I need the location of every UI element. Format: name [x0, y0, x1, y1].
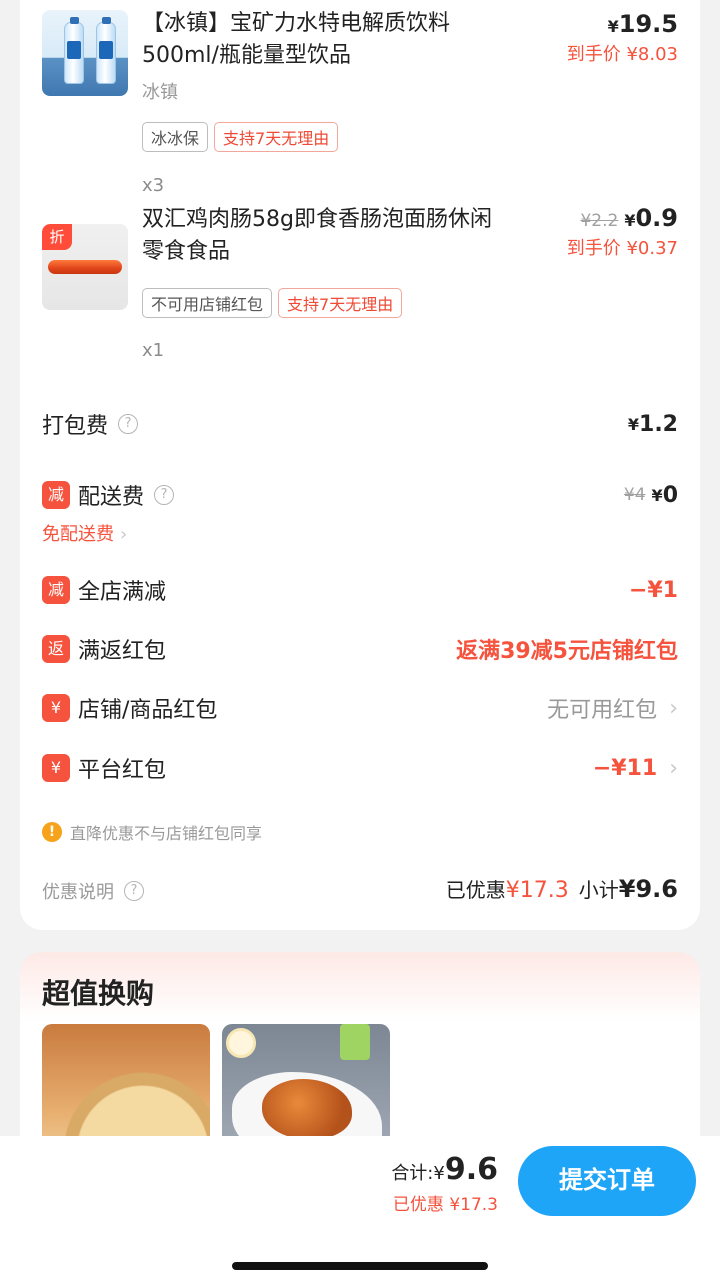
warning-icon: ! [42, 822, 62, 842]
subtotal-amount: ¥9.6 [618, 875, 678, 903]
product-price: ¥2.2 ¥0.9 [580, 204, 678, 232]
product-price: ¥19.5 [607, 10, 678, 38]
tag: 不可用店铺红包 [142, 288, 273, 318]
chevron-right-icon: › [669, 755, 678, 781]
reduce-badge: 减 [42, 576, 70, 604]
discount-row-store-reduction: 减 全店满减 −¥1 [20, 570, 700, 610]
help-icon[interactable]: ? [154, 485, 175, 505]
discount-row-platform-coupon[interactable]: ¥ 平台红包 −¥11 › [20, 748, 700, 788]
tag: 支持7天无理由 [278, 288, 403, 318]
delivery-fee-label: 配送费 [78, 485, 145, 510]
discount-value: 无可用红包 › [547, 695, 678, 724]
help-icon[interactable]: ? [118, 414, 139, 434]
flower-icon [226, 1028, 256, 1058]
arrive-price: 到手价 ¥8.03 [566, 44, 678, 65]
bottle-icon [64, 17, 84, 84]
delivery-fee-value: ¥4 ¥0 [623, 482, 678, 508]
original-price: ¥2.2 [580, 211, 619, 231]
order-summary: 已优惠 ¥17.3 小计 ¥9.6 [445, 875, 678, 903]
product-title[interactable]: 【冰镇】宝矿力水特电解质饮料500ml/瓶能量型饮品 [142, 8, 502, 72]
order-card: 【冰镇】宝矿力水特电解质饮料500ml/瓶能量型饮品 冰镇 冰冰保 支持7天无理… [20, 0, 700, 930]
order-confirm-page: 【冰镇】宝矿力水特电解质饮料500ml/瓶能量型饮品 冰镇 冰冰保 支持7天无理… [0, 0, 720, 1284]
discount-label: 店铺/商品红包 [78, 698, 218, 723]
product-spec: 冰镇 [142, 82, 178, 103]
saved-amount: ¥17.3 [505, 878, 569, 903]
swap-title: 超值换购 [42, 977, 155, 1010]
packing-fee-row: 打包费 ? ¥1.2 [20, 404, 700, 444]
discount-row-store-coupon[interactable]: ¥ 店铺/商品红包 无可用红包 › [20, 688, 700, 728]
home-indicator[interactable] [232, 1262, 488, 1270]
total-amount: 合计:¥ 9.6 [391, 1152, 498, 1187]
free-delivery-link[interactable]: 免配送费 › [42, 520, 127, 546]
discount-label: 全店满减 [78, 580, 167, 605]
discount-row-cashback: 返 满返红包 返满39减5元店铺红包 [20, 629, 700, 669]
coupon-badge: ¥ [42, 754, 70, 782]
cashback-badge: 返 [42, 635, 70, 663]
discount-value: −¥11 › [592, 755, 678, 781]
chevron-right-icon: › [120, 524, 128, 545]
product-title[interactable]: 双汇鸡肉肠58g即食香肠泡面肠休闲零食食品 [142, 204, 502, 268]
product-qty: x3 [142, 175, 165, 196]
product-tags: 冰冰保 支持7天无理由 [142, 122, 339, 152]
chevron-right-icon: › [669, 695, 678, 721]
discount-label: 满返红包 [78, 639, 167, 664]
coupon-badge: ¥ [42, 694, 70, 722]
product-tags: 不可用店铺红包 支持7天无理由 [142, 288, 403, 318]
packing-fee-label: 打包费 [42, 414, 109, 439]
product-image-sausage[interactable]: 折 [42, 224, 128, 310]
delivery-original-price: ¥4 [623, 485, 646, 505]
help-icon[interactable]: ? [124, 881, 144, 901]
checkout-bar: 合计:¥ 9.6 已优惠 ¥17.3 提交订单 [0, 1136, 720, 1284]
reduce-badge: 减 [42, 481, 70, 509]
total-saved: 已优惠 ¥17.3 [392, 1195, 498, 1215]
coupon-notice: ! 直降优惠不与店铺红包同享 [42, 820, 262, 844]
discount-value: −¥1 [628, 577, 678, 603]
tag: 支持7天无理由 [214, 122, 339, 152]
product-image-pocari[interactable] [42, 10, 128, 96]
discount-label: 平台红包 [78, 758, 167, 783]
promo-explanation[interactable]: 优惠说明 ? [42, 878, 144, 904]
sausage-icon [48, 260, 122, 274]
delivery-fee-row: 减 配送费 ? ¥4 ¥0 [20, 475, 700, 515]
discount-value: 返满39减5元店铺红包 [456, 639, 678, 664]
product-qty: x1 [142, 340, 165, 361]
arrive-price: 到手价 ¥0.37 [566, 238, 678, 259]
tag: 冰冰保 [142, 122, 209, 152]
submit-order-button[interactable]: 提交订单 [518, 1146, 696, 1216]
bottle-icon [96, 17, 116, 84]
drink-icon [340, 1024, 370, 1060]
discount-badge: 折 [42, 224, 72, 250]
packing-fee-value: ¥1.2 [627, 411, 678, 437]
